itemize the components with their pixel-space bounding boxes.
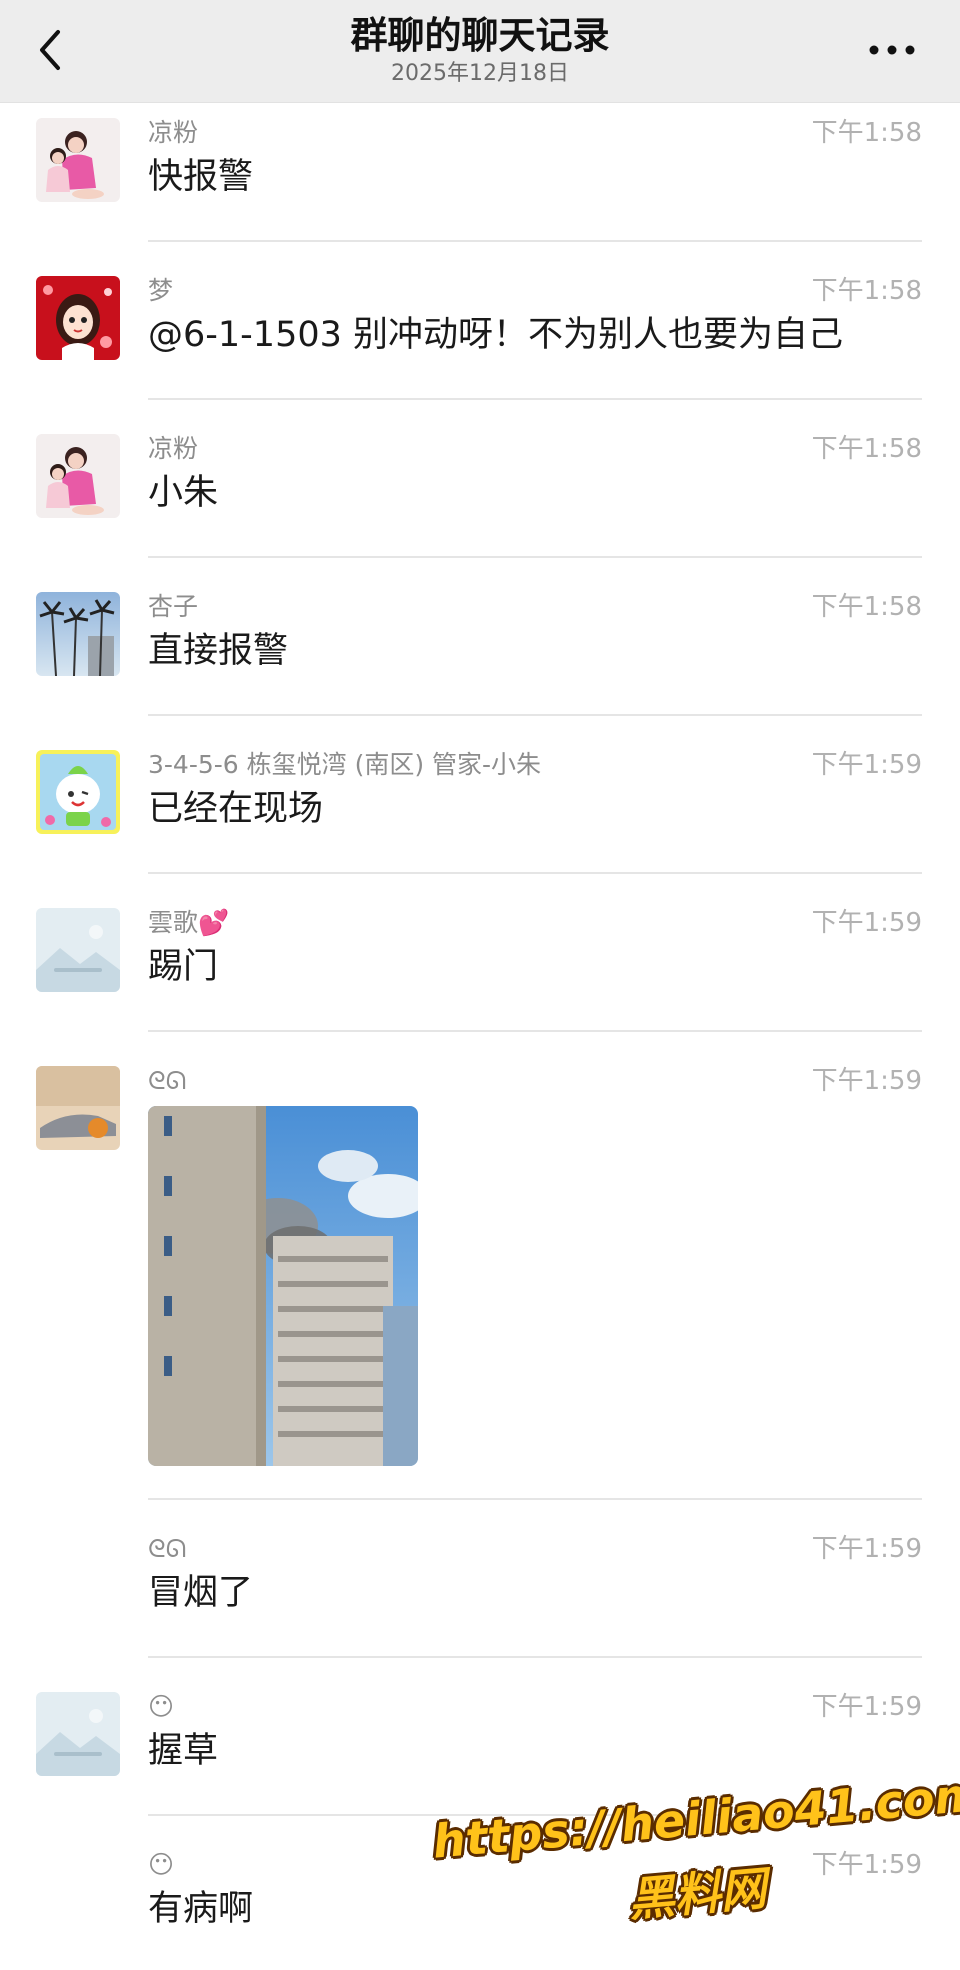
sender-name: 梦 (148, 276, 174, 305)
message-time: 下午1:58 (811, 118, 922, 148)
message-item: 凉粉 下午1:58 小朱 (0, 420, 960, 558)
page-title: 群聊的聊天记录 (350, 14, 610, 57)
message-time: 下午1:59 (811, 908, 922, 938)
divider (148, 556, 922, 558)
message-item: ᘓᘏ 下午1:59 (0, 1052, 960, 1500)
message-text: 踢门 (148, 947, 219, 987)
message-item: 凉粉 下午1:58 快报警 (0, 104, 960, 242)
chat-history-header: 群聊的聊天记录 2025年12月18日 (0, 0, 960, 103)
title-block: 群聊的聊天记录 2025年12月18日 (0, 12, 960, 88)
divider (148, 1656, 922, 1658)
message-item: ᘓᘏ 下午1:59 冒烟了 (0, 1520, 960, 1658)
message-time: 下午1:58 (811, 434, 922, 464)
palm-trees-avatar[interactable] (36, 592, 120, 676)
sleeping-person-avatar[interactable] (36, 1066, 120, 1150)
divider (148, 240, 922, 242)
sender-name: 杏子 (148, 592, 199, 621)
message-text: 快报警 (148, 157, 254, 197)
message-item: 雲歌💕 下午1:59 踢门 (0, 894, 960, 1032)
message-time: 下午1:58 (811, 276, 922, 306)
more-dots-icon (869, 45, 915, 55)
message-text: 有病啊 (148, 1889, 254, 1929)
burning-building-photo[interactable] (148, 1106, 418, 1466)
message-text: 直接报警 (148, 631, 289, 671)
divider (148, 1498, 922, 1500)
placeholder-landscape-avatar[interactable] (36, 1692, 120, 1776)
placeholder-landscape-avatar[interactable] (36, 908, 120, 992)
sender-name: ᘓᘏ (148, 1534, 187, 1563)
divider (148, 398, 922, 400)
green-cartoon-avatar[interactable] (36, 750, 120, 834)
sender-name: 凉粉 (148, 118, 199, 147)
cartoon-girl-red-avatar[interactable] (36, 276, 120, 360)
divider (148, 1030, 922, 1032)
message-text: @6-1-1503 别冲动呀！不为别人也要为自己 (148, 315, 843, 355)
message-text: 已经在现场 (148, 789, 324, 829)
message-text: 握草 (148, 1731, 219, 1771)
sender-name: 雲歌💕 (148, 908, 229, 938)
page-date: 2025年12月18日 (391, 61, 569, 86)
heart-emoji: 💕 (198, 908, 230, 937)
message-time: 下午1:59 (811, 1692, 922, 1722)
watermark-site-name: 黑料网 (626, 1861, 769, 1927)
message-text: 小朱 (148, 473, 219, 513)
message-time: 下午1:59 (811, 1066, 922, 1096)
sender-name: 凉粉 (148, 434, 199, 463)
message-item: 杏子 下午1:58 直接报警 (0, 578, 960, 716)
sender-name: 😶 (148, 1692, 175, 1721)
message-item: 3-4-5-6 栋玺悦湾 (南区) 管家-小朱 下午1:59 已经在现场 (0, 736, 960, 874)
divider (148, 872, 922, 874)
divider (148, 714, 922, 716)
girls-photo-avatar[interactable] (36, 118, 120, 202)
message-item: 梦 下午1:58 @6-1-1503 别冲动呀！不为别人也要为自己 (0, 262, 960, 400)
message-text: 冒烟了 (148, 1573, 254, 1613)
sender-name: 😶 (148, 1850, 175, 1879)
sender-name-text: 雲歌 (148, 908, 199, 937)
sender-name: ᘓᘏ (148, 1066, 187, 1095)
girls-photo-avatar[interactable] (36, 434, 120, 518)
message-time: 下午1:58 (811, 592, 922, 622)
message-time: 下午1:59 (811, 1534, 922, 1564)
sender-name: 3-4-5-6 栋玺悦湾 (南区) 管家-小朱 (148, 750, 542, 779)
message-time: 下午1:59 (811, 750, 922, 780)
more-options-button[interactable] (860, 30, 924, 70)
